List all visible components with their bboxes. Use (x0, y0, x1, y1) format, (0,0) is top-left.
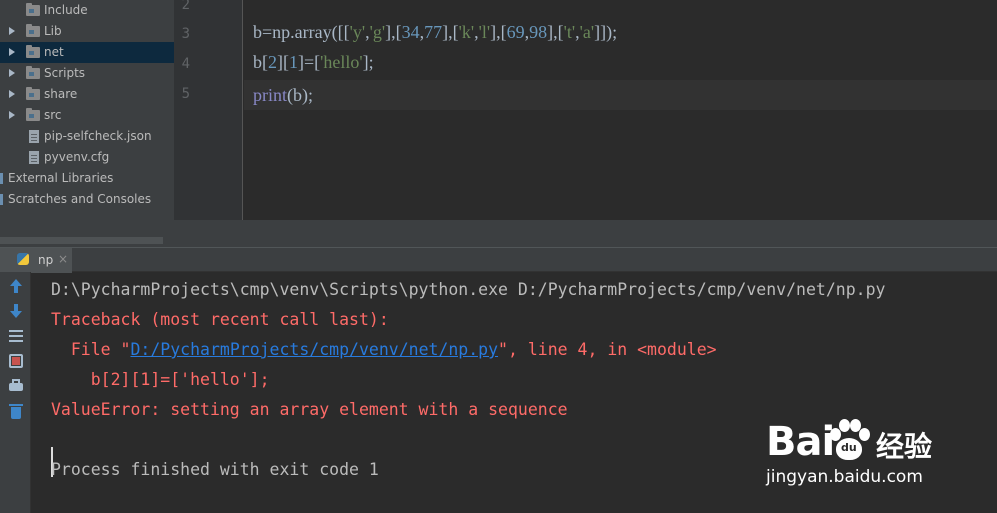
horizontal-scrollbar[interactable] (0, 237, 163, 244)
expand-arrow-icon[interactable] (9, 69, 15, 77)
watermark-paw-text: du (841, 441, 857, 454)
run-tab-bar: np × (0, 247, 997, 273)
code-text: b=np.array([['y','g'],[34,77],['k','l'],… (253, 22, 618, 42)
console-command-line: D:\PycharmProjects\cmp\venv\Scripts\pyth… (51, 280, 886, 299)
python-icon (17, 253, 29, 265)
tree-item-pip-selfcheck[interactable]: pip-selfcheck.json (0, 126, 174, 147)
line-number: 4 (181, 56, 190, 72)
traceback-file-suffix: ", line 4, in <module> (498, 340, 717, 359)
up-arrow-icon[interactable] (8, 279, 24, 295)
line-number: 3 (181, 26, 190, 42)
tree-item-label: Scratches and Consoles (8, 192, 152, 206)
code-line-5[interactable]: print(b); (244, 80, 997, 110)
tree-item-pyvenv[interactable]: pyvenv.cfg (0, 147, 174, 168)
code-line-3[interactable]: b=np.array([['y','g'],[34,77],['k','l'],… (253, 22, 617, 43)
scratches-icon (0, 194, 3, 205)
tree-item-label: Scripts (44, 66, 86, 80)
folder-icon (26, 3, 40, 16)
folder-icon (26, 45, 40, 58)
tree-item-external-libraries[interactable]: External Libraries (0, 168, 174, 189)
traceback-source-line: b[2][1]=['hello']; (51, 370, 270, 389)
expand-arrow-icon[interactable] (9, 90, 15, 98)
tree-item-label: pip-selfcheck.json (44, 129, 152, 143)
traceback-file-prefix: File " (51, 340, 131, 359)
folder-icon (26, 66, 40, 79)
file-icon (29, 130, 39, 143)
expand-arrow-icon[interactable] (9, 111, 15, 119)
tree-item-scripts[interactable]: Scripts (0, 63, 174, 84)
error-message: ValueError: setting an array element wit… (51, 400, 568, 419)
folder-icon (26, 87, 40, 100)
tree-item-label: net (44, 45, 64, 59)
run-tab-label: np (38, 253, 54, 267)
code-text: print(b); (253, 85, 313, 105)
exit-message: Process finished with exit code 1 (51, 460, 379, 479)
tree-item-label: pyvenv.cfg (44, 150, 110, 164)
line-number: 5 (181, 86, 190, 102)
code-text: b[2][1]=['hello']; (253, 52, 374, 72)
tree-item-share[interactable]: share (0, 84, 174, 105)
tree-item-label: External Libraries (8, 171, 114, 185)
tree-item-include[interactable]: Include (0, 0, 174, 21)
tree-item-label: Include (44, 3, 88, 17)
tree-item-label: Lib (44, 24, 62, 38)
print-icon[interactable] (8, 378, 24, 394)
run-toolbar (0, 272, 31, 513)
traceback-file-line: File "D:/PycharmProjects/cmp/venv/net/np… (51, 340, 717, 359)
tree-item-label: src (44, 108, 62, 122)
watermark-brand: Bai (766, 419, 835, 465)
code-editor[interactable]: 2 3 4 5 b=np.array([['y','g'],[34,77],['… (174, 0, 997, 247)
baidu-jingyan-watermark: Bai du 经验 jingyan.baidu.com (760, 405, 990, 505)
folder-icon (26, 108, 40, 121)
line-number: 2 (181, 0, 190, 13)
paw-logo-icon: du (826, 419, 870, 463)
scroll-to-end-icon[interactable] (8, 353, 24, 369)
editor-status-strip (174, 220, 997, 247)
tree-item-src[interactable]: src (0, 105, 174, 126)
traceback-header: Traceback (most recent call last): (51, 310, 389, 329)
project-tree-panel: Include Lib net Scripts share src pip-se… (0, 0, 174, 247)
traceback-file-link[interactable]: D:/PycharmProjects/cmp/venv/net/np.py (130, 340, 498, 359)
close-tab-icon[interactable]: × (58, 252, 68, 266)
line-number-gutter: 2 3 4 5 (174, 0, 243, 220)
watermark-product: 经验 (876, 430, 933, 463)
soft-wrap-icon[interactable] (8, 328, 24, 344)
tree-item-label: share (44, 87, 78, 101)
run-tab-np[interactable]: np × (0, 248, 72, 273)
code-line-4[interactable]: b[2][1]=['hello']; (253, 52, 374, 73)
tree-item-lib[interactable]: Lib (0, 21, 174, 42)
tree-item-scratches[interactable]: Scratches and Consoles (0, 189, 174, 210)
expand-arrow-icon[interactable] (9, 48, 15, 56)
expand-arrow-icon[interactable] (9, 27, 15, 35)
file-icon (29, 151, 39, 164)
tree-item-net[interactable]: net (0, 42, 174, 63)
watermark-url: jingyan.baidu.com (766, 467, 923, 487)
library-icon (0, 173, 3, 184)
trash-icon[interactable] (8, 403, 24, 419)
down-arrow-icon[interactable] (8, 303, 24, 319)
folder-icon (26, 24, 40, 37)
